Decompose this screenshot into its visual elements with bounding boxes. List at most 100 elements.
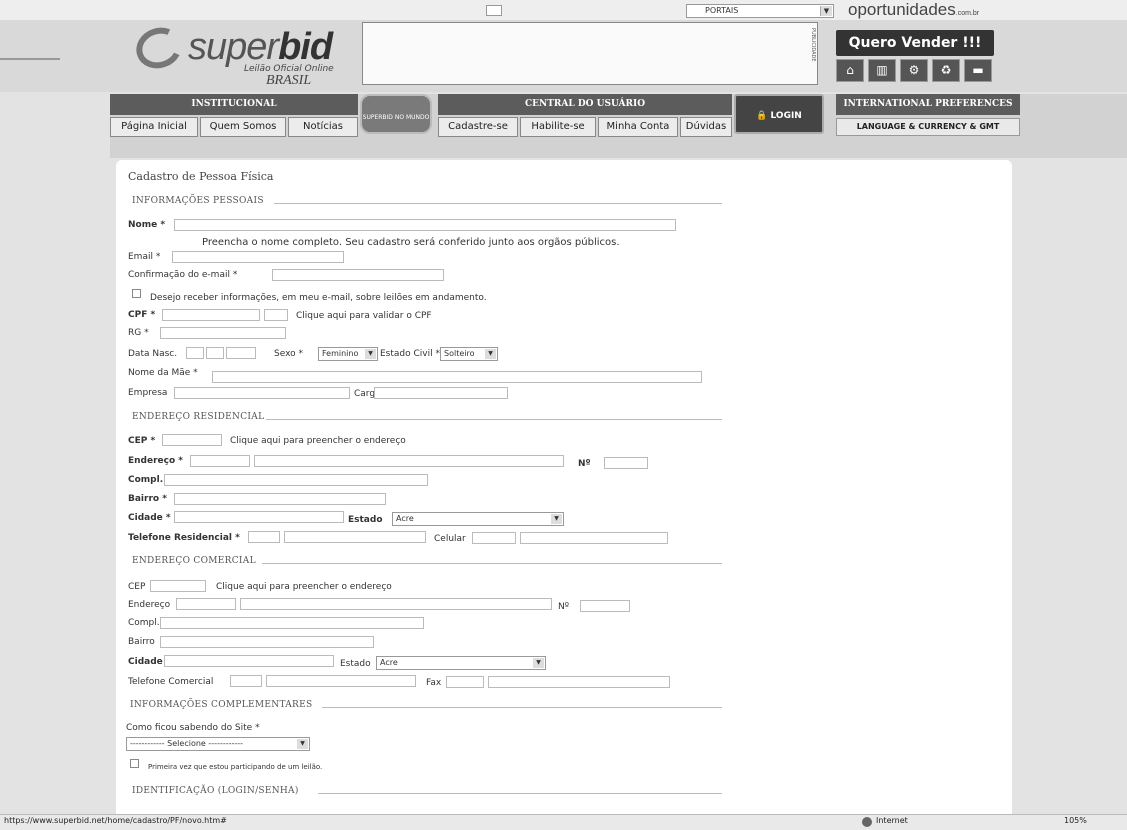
newsletter-checkbox[interactable]: [132, 289, 141, 298]
mes-input[interactable]: [206, 347, 224, 359]
celular-label: Celular: [434, 534, 466, 544]
language-currency-button[interactable]: LANGUAGE & CURRENCY & GMT: [836, 118, 1020, 136]
motorcycle-icon[interactable]: ⚙: [900, 59, 928, 82]
ddd-res-input[interactable]: [248, 531, 280, 543]
nav-minha-conta[interactable]: Minha Conta: [598, 117, 678, 137]
cargo-input[interactable]: [374, 387, 508, 399]
cidade-com-label: Cidade: [128, 657, 163, 667]
cidade-res-input[interactable]: [174, 511, 344, 523]
estado-civil-value: Solteiro: [444, 349, 475, 358]
cep-com-link[interactable]: Clique aqui para preencher o endereço: [216, 582, 392, 592]
chevron-down-icon: ▼: [820, 6, 832, 16]
numero-com-label: Nº: [558, 602, 569, 612]
login-button[interactable]: 🔒 LOGIN: [734, 94, 824, 134]
bairro-res-label: Bairro *: [128, 494, 167, 504]
nav-central-header: CENTRAL DO USUÁRIO: [438, 94, 732, 115]
email-input[interactable]: [172, 251, 344, 263]
sexo-select[interactable]: Feminino ▼: [318, 347, 378, 361]
oportunidades-text: oportunidades: [848, 0, 956, 19]
conf-email-input[interactable]: [272, 269, 444, 281]
logradouro-tipo-com-input[interactable]: [176, 598, 236, 610]
factory-icon[interactable]: ▥: [868, 59, 896, 82]
ddd-fax-input[interactable]: [446, 676, 484, 688]
primeira-vez-checkbox[interactable]: [130, 759, 139, 768]
chevron-down-icon: ▼: [297, 739, 308, 749]
sexo-label: Sexo *: [274, 349, 304, 359]
primeira-vez-label: Primeira vez que estou participando de u…: [148, 763, 323, 771]
status-url: https://www.superbid.net/home/cadastro/P…: [4, 816, 227, 825]
divider: [274, 203, 722, 204]
home-icon[interactable]: ⌂: [836, 59, 864, 82]
portais-select-value: PORTAIS: [705, 6, 739, 15]
empresa-input[interactable]: [174, 387, 350, 399]
section-residencial: ENDEREÇO RESIDENCIAL: [132, 412, 265, 422]
bairro-com-input[interactable]: [160, 636, 374, 648]
estado-res-select[interactable]: Acre ▼: [392, 512, 564, 526]
portais-select[interactable]: PORTAIS ▼: [686, 4, 834, 18]
chevron-down-icon: ▼: [551, 514, 562, 524]
ad-tag: PUBLICIDADE: [810, 28, 816, 62]
endereco-com-input[interactable]: [240, 598, 552, 610]
estado-com-select[interactable]: Acre ▼: [376, 656, 546, 670]
fax-input[interactable]: [488, 676, 670, 688]
superbid-mundo-button[interactable]: SUPERBID NO MUNDO: [360, 94, 432, 134]
lock-icon: 🔒: [756, 111, 771, 121]
logradouro-tipo-input[interactable]: [190, 455, 250, 467]
sexo-value: Feminino: [322, 349, 359, 358]
nav-habilite-se[interactable]: Habilite-se: [520, 117, 596, 137]
section-identificacao: IDENTIFICAÇÃO (LOGIN/SENHA): [132, 786, 299, 796]
endereco-com-label: Endereço: [128, 600, 171, 610]
intl-preferences-header: INTERNATIONAL PREFERENCES: [836, 94, 1020, 115]
telefone-com-label: Telefone Comercial: [128, 677, 214, 687]
ddd-celular-input[interactable]: [472, 532, 516, 544]
como-soube-select[interactable]: ------------ Selecione ------------ ▼: [126, 737, 310, 751]
recycle-icon[interactable]: ♻: [932, 59, 960, 82]
telefone-com-input[interactable]: [266, 675, 416, 687]
nav-noticias[interactable]: Notícias: [288, 117, 358, 137]
cpf-digit-input[interactable]: [264, 309, 288, 321]
cep-res-label: CEP *: [128, 436, 156, 446]
nav-cadastre-se[interactable]: Cadastre-se: [438, 117, 518, 137]
sell-button[interactable]: Quero Vender !!!: [836, 30, 994, 56]
cep-res-link[interactable]: Clique aqui para preencher o endereço: [230, 436, 406, 446]
nav-pagina-inicial[interactable]: Página Inicial: [110, 117, 198, 137]
nome-mae-input[interactable]: [212, 371, 702, 383]
chevron-down-icon: ▼: [533, 658, 544, 668]
compl-res-input[interactable]: [164, 474, 428, 486]
nome-mae-label: Nome da Mãe *: [128, 368, 198, 378]
estado-civil-select[interactable]: Solteiro ▼: [440, 347, 498, 361]
cpf-validate-link[interactable]: Clique aqui para validar o CPF: [296, 311, 432, 321]
compl-com-input[interactable]: [160, 617, 424, 629]
ad-banner[interactable]: [362, 22, 818, 85]
nav-duvidas[interactable]: Dúvidas: [680, 117, 732, 137]
estado-res-value: Acre: [396, 514, 414, 523]
cpf-input[interactable]: [162, 309, 260, 321]
nome-input[interactable]: [174, 219, 676, 231]
ano-input[interactable]: [226, 347, 256, 359]
newsletter-label: Desejo receber informações, em meu e-mai…: [150, 293, 487, 303]
numero-res-input[interactable]: [604, 457, 648, 469]
bairro-res-input[interactable]: [174, 493, 386, 505]
oportunidades-logo[interactable]: oportunidades.com.br: [848, 0, 979, 20]
endereco-res-input[interactable]: [254, 455, 564, 467]
celular-input[interactable]: [520, 532, 668, 544]
compl-res-label: Compl.: [128, 475, 164, 485]
section-comercial: ENDEREÇO COMERCIAL: [132, 556, 256, 566]
cep-res-input[interactable]: [162, 434, 222, 446]
cidade-com-input[interactable]: [164, 655, 334, 667]
zoom-level[interactable]: 105%: [1064, 816, 1087, 825]
section-complementares: INFORMAÇÕES COMPLEMENTARES: [130, 700, 313, 710]
car-icon[interactable]: ▬: [964, 59, 992, 82]
site-logo[interactable]: superbid: [188, 26, 333, 69]
dia-input[interactable]: [186, 347, 204, 359]
rg-input[interactable]: [160, 327, 286, 339]
telefone-res-input[interactable]: [284, 531, 426, 543]
logo-name-light: super: [188, 26, 279, 68]
numero-com-input[interactable]: [580, 600, 630, 612]
cep-com-input[interactable]: [150, 580, 206, 592]
divider: [266, 419, 722, 420]
ddd-com-input[interactable]: [230, 675, 262, 687]
login-label: LOGIN: [770, 111, 802, 121]
nav-quem-somos[interactable]: Quem Somos: [200, 117, 286, 137]
envelope-icon[interactable]: [486, 5, 502, 16]
